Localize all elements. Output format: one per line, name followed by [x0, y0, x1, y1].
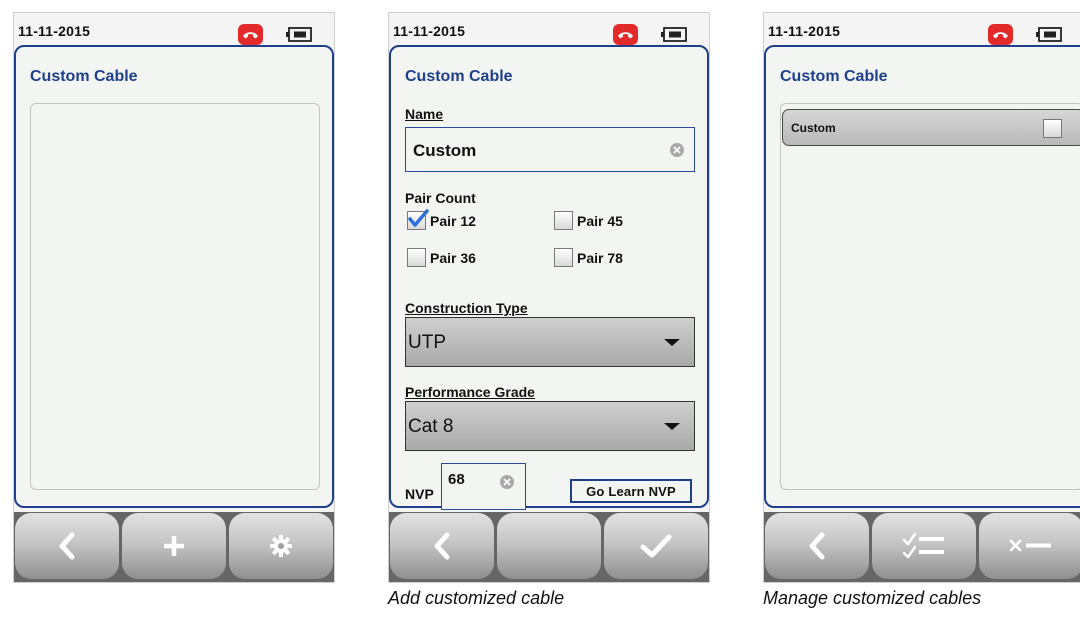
pair-count-label: Pair Count [405, 190, 476, 206]
caption-manage: Manage customized cables [763, 588, 982, 608]
back-button[interactable] [765, 513, 869, 579]
construction-type-select[interactable]: UTP [405, 317, 695, 367]
blank-button[interactable] [497, 513, 601, 579]
pair-label: Pair 36 [430, 249, 476, 266]
performance-grade-label: Performance Grade [405, 384, 535, 400]
name-value: Custom [413, 141, 477, 160]
pair-45-checkbox[interactable]: Pair 45 [554, 211, 623, 230]
phone-icon [988, 24, 1013, 45]
pair-78-checkbox[interactable]: Pair 78 [554, 248, 623, 267]
construction-type-label: Construction Type [405, 300, 528, 316]
performance-grade-select[interactable]: Cat 8 [405, 401, 695, 451]
nvp-label: NVP [405, 486, 434, 502]
list-item-label: Custom [791, 121, 836, 135]
plus-icon [164, 536, 184, 556]
main-panel: Custom Cable [14, 45, 334, 508]
checkbox[interactable] [407, 209, 429, 230]
caret-down-icon [664, 423, 680, 430]
caption-add: Add customized cable [388, 588, 565, 608]
nvp-field[interactable]: 68 [441, 463, 526, 510]
cable-list[interactable] [30, 103, 320, 490]
phone-icon [613, 24, 638, 45]
toolbar [764, 512, 1080, 582]
back-button[interactable] [15, 513, 119, 579]
caret-down-icon [664, 339, 680, 346]
name-label: Name [405, 106, 444, 122]
status-date: 11-11-2015 [18, 23, 91, 39]
pair-36-checkbox[interactable]: Pair 36 [407, 248, 476, 267]
battery-icon [660, 27, 688, 43]
main-panel: Custom Cable Name Custom Pair Count Pair… [389, 45, 709, 510]
checkbox[interactable] [554, 248, 573, 267]
checkmark-icon [408, 209, 429, 227]
checklist-icon [902, 532, 944, 559]
pair-12-checkbox[interactable]: Pair 12 [407, 209, 476, 230]
status-bar: 11-11-2015 [14, 13, 334, 45]
pair-label: Pair 12 [430, 212, 476, 229]
status-date: 11-11-2015 [393, 23, 466, 39]
select-all-button[interactable] [872, 513, 976, 579]
clear-icon[interactable] [500, 475, 514, 489]
screen-custom-cable-list: 11-11-2015 Custom Cable [13, 12, 335, 583]
toolbar [14, 512, 334, 582]
pair-label: Pair 78 [577, 249, 623, 266]
nvp-value: 68 [448, 471, 465, 488]
battery-icon [1035, 27, 1063, 43]
delete-icon [1009, 539, 1051, 552]
gear-icon [270, 535, 292, 557]
go-learn-nvp-button[interactable]: Go Learn NVP [570, 479, 692, 503]
chevron-left-icon [59, 532, 75, 560]
phone-icon [238, 24, 263, 45]
checkmark-icon [640, 534, 672, 558]
status-date: 11-11-2015 [768, 23, 841, 39]
name-field[interactable]: Custom [405, 127, 695, 172]
clear-icon[interactable] [670, 143, 684, 157]
screen-add-custom-cable: 11-11-2015 Custom Cable Name Custom Pair… [388, 12, 710, 583]
main-panel: Custom Cable Custom [764, 45, 1080, 508]
settings-button[interactable] [229, 513, 333, 579]
page-title: Custom Cable [780, 68, 888, 85]
cable-list: Custom [780, 103, 1080, 490]
checkbox[interactable] [407, 248, 426, 267]
status-bar: 11-11-2015 [764, 13, 1080, 45]
list-item[interactable]: Custom [782, 109, 1080, 146]
construction-type-value: UTP [408, 332, 446, 353]
performance-grade-value: Cat 8 [408, 416, 454, 437]
status-bar: 11-11-2015 [389, 13, 709, 45]
back-button[interactable] [390, 513, 494, 579]
add-button[interactable] [122, 513, 226, 579]
battery-icon [285, 27, 313, 43]
confirm-button[interactable] [604, 513, 708, 579]
page-title: Custom Cable [30, 68, 138, 85]
screen-manage-custom-cables: 11-11-2015 Custom Cable Custom [763, 12, 1080, 583]
chevron-left-icon [434, 532, 450, 560]
checkbox[interactable] [554, 211, 573, 230]
pair-label: Pair 45 [577, 212, 623, 229]
list-item-checkbox[interactable] [1043, 119, 1062, 138]
toolbar [389, 512, 709, 582]
page-title: Custom Cable [405, 68, 513, 85]
delete-button[interactable] [979, 513, 1080, 579]
chevron-left-icon [809, 532, 825, 560]
